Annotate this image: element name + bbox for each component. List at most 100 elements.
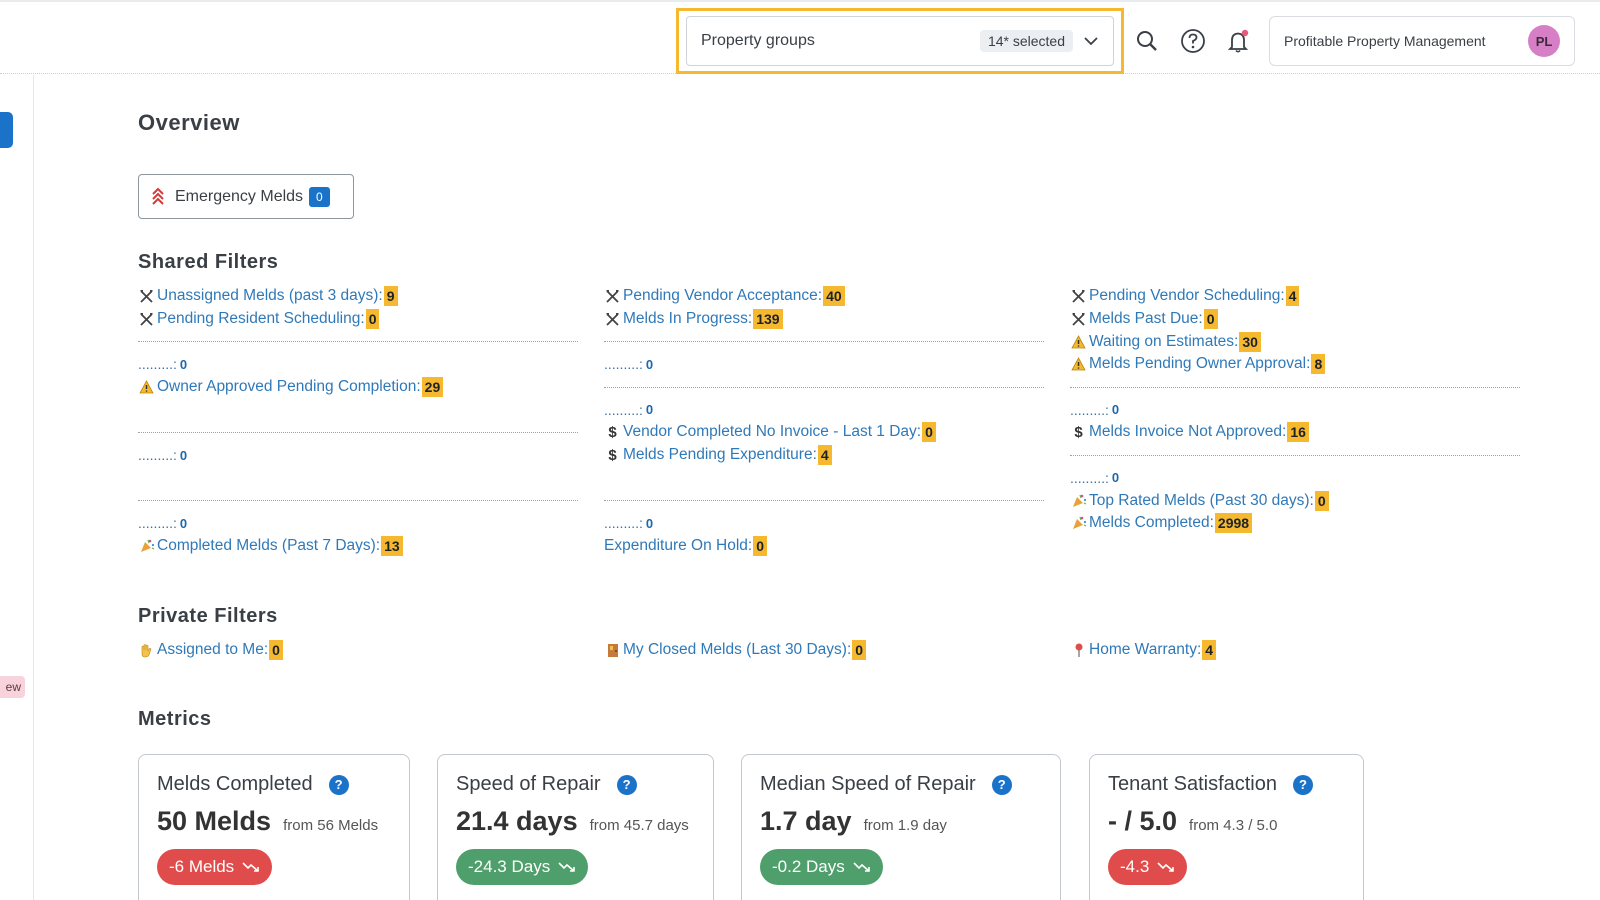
metric-delta-badge: -4.3 xyxy=(1108,849,1188,885)
metric-previous: from 4.3 / 5.0 xyxy=(1189,817,1278,834)
filter-home-warranty[interactable]: Home Warranty: 4 xyxy=(1070,639,1217,662)
page-title: Overview xyxy=(138,110,240,135)
filter-placeholder[interactable]: .........: 0 xyxy=(138,512,578,535)
shared-filters-column-3: Pending Vendor Scheduling: 4 Melds Past … xyxy=(1070,285,1520,535)
metric-card-speed-of-repair: Speed of Repair? 21.4 days from 45.7 days… xyxy=(437,754,714,900)
filter-melds-completed[interactable]: Melds Completed: 2998 xyxy=(1070,512,1510,535)
filter-pending-resident-scheduling[interactable]: Pending Resident Scheduling: 0 xyxy=(138,308,578,331)
filter-melds-pending-expenditure[interactable]: $ Melds Pending Expenditure: 4 xyxy=(604,444,1044,467)
filter-owner-approved-pending-completion[interactable]: Owner Approved Pending Completion: 29 xyxy=(138,376,578,399)
filter-count: 4 xyxy=(817,445,832,466)
filter-count: 16 xyxy=(1287,422,1309,443)
filter-placeholder[interactable]: .........: 0 xyxy=(1070,398,1510,421)
search-button[interactable] xyxy=(1132,26,1162,56)
filter-count: 40 xyxy=(823,286,845,307)
filter-vendor-completed-no-invoice[interactable]: $ Vendor Completed No Invoice - Last 1 D… xyxy=(604,421,1044,444)
shared-filters-column-1: Unassigned Melds (past 3 days): 9 Pendin… xyxy=(138,285,578,557)
metric-card-melds-completed: Melds Completed? 50 Melds from 56 Melds -… xyxy=(138,754,410,900)
metric-value: - / 5.0 xyxy=(1108,806,1178,836)
party-popper-icon xyxy=(138,537,155,554)
filter-melds-past-due[interactable]: Melds Past Due: 0 xyxy=(1070,308,1510,331)
metric-delta: -4.3 xyxy=(1120,857,1150,876)
filter-my-closed-melds[interactable]: My Closed Melds (Last 30 Days): 0 xyxy=(604,639,867,662)
filter-waiting-on-estimates[interactable]: Waiting on Estimates: 30 xyxy=(1070,330,1510,353)
tools-icon xyxy=(604,311,621,328)
filter-placeholder[interactable]: .........: 0 xyxy=(1070,467,1510,490)
divider xyxy=(604,330,1044,353)
filter-count: 8 xyxy=(1311,354,1326,375)
metric-previous: from 1.9 day xyxy=(863,817,947,834)
help-icon[interactable]: ? xyxy=(991,774,1012,795)
metric-value: 21.4 days xyxy=(456,806,578,836)
tools-icon xyxy=(1070,311,1087,328)
divider xyxy=(138,421,578,444)
metric-previous: from 56 Melds xyxy=(283,817,379,834)
notifications-button[interactable] xyxy=(1224,26,1254,56)
filter-count: 4 xyxy=(1285,286,1300,307)
filter-label: Completed Melds (Past 7 Days): xyxy=(157,536,381,554)
filter-label: .........: xyxy=(138,356,177,373)
filter-placeholder[interactable]: .........: 0 xyxy=(604,512,1044,535)
sidebar-active-tab[interactable] xyxy=(0,112,13,148)
filter-count: 9 xyxy=(383,286,398,307)
filter-count: 0 xyxy=(179,356,188,372)
help-button[interactable] xyxy=(1178,26,1208,56)
filter-label: Assigned to Me: xyxy=(157,641,269,659)
filter-assigned-to-me[interactable]: Assigned to Me: 0 xyxy=(138,639,283,662)
filter-label: Top Rated Melds (Past 30 days): xyxy=(1089,491,1314,509)
filter-expenditure-on-hold[interactable]: Expenditure On Hold: 0 xyxy=(604,535,1044,558)
metric-delta-badge: -24.3 Days xyxy=(456,849,589,885)
filter-label: Vendor Completed No Invoice - Last 1 Day… xyxy=(623,423,922,441)
filter-count: 0 xyxy=(179,447,188,463)
filter-count: 0 xyxy=(269,640,283,661)
divider xyxy=(1070,376,1520,399)
filter-label: .........: xyxy=(1070,401,1109,418)
filter-placeholder[interactable]: .........: 0 xyxy=(138,353,578,376)
filter-label: Owner Approved Pending Completion: xyxy=(157,378,421,396)
filter-label: .........: xyxy=(604,515,643,532)
metric-previous: from 45.7 days xyxy=(589,817,689,834)
filter-label: Pending Vendor Acceptance: xyxy=(623,287,823,305)
metric-delta: -6 Melds xyxy=(169,857,235,876)
filter-count: 0 xyxy=(1111,402,1120,418)
filter-pending-vendor-scheduling[interactable]: Pending Vendor Scheduling: 4 xyxy=(1070,285,1510,308)
top-bar: Property groups 14* selected Profitable … xyxy=(0,0,1600,74)
help-icon[interactable]: ? xyxy=(328,774,349,795)
avatar[interactable]: PL xyxy=(1528,25,1560,57)
filter-melds-in-progress[interactable]: Melds In Progress: 139 xyxy=(604,308,1044,331)
filter-label: Melds Past Due: xyxy=(1089,310,1203,328)
sidebar-new-badge[interactable]: ew xyxy=(0,676,25,698)
party-popper-icon xyxy=(1070,515,1087,532)
filter-top-rated-melds[interactable]: Top Rated Melds (Past 30 days): 0 xyxy=(1070,489,1510,512)
metric-delta-badge: -0.2 Days xyxy=(760,849,883,885)
shared-filters-heading: Shared Filters xyxy=(138,251,279,273)
tools-icon xyxy=(138,288,155,305)
private-filters-heading: Private Filters xyxy=(138,605,278,627)
help-icon[interactable]: ? xyxy=(1293,774,1313,795)
filter-unassigned-melds[interactable]: Unassigned Melds (past 3 days): 9 xyxy=(138,285,578,308)
tools-icon xyxy=(1070,288,1087,305)
dollar-icon: $ xyxy=(1074,423,1083,441)
property-groups-select[interactable]: Property groups 14* selected xyxy=(686,16,1114,66)
filter-label: Melds Pending Owner Approval: xyxy=(1089,355,1311,373)
filter-label: Melds Invoice Not Approved: xyxy=(1089,423,1287,441)
filter-placeholder[interactable]: .........: 0 xyxy=(138,444,578,467)
filter-placeholder[interactable]: .........: 0 xyxy=(604,398,1044,421)
filter-label: Melds Completed: xyxy=(1089,514,1214,532)
emergency-melds-button[interactable]: Emergency Melds 0 xyxy=(138,174,354,219)
filter-count: 0 xyxy=(1314,490,1329,511)
filter-placeholder[interactable]: .........: 0 xyxy=(604,353,1044,376)
filter-completed-melds-7-days[interactable]: Completed Melds (Past 7 Days): 13 xyxy=(138,535,578,558)
bell-icon xyxy=(1227,29,1249,53)
help-icon[interactable]: ? xyxy=(616,774,637,795)
filter-label: Melds In Progress: xyxy=(623,310,753,328)
warning-icon xyxy=(1070,356,1087,373)
filter-pending-vendor-acceptance[interactable]: Pending Vendor Acceptance: 40 xyxy=(604,285,1044,308)
filter-melds-pending-owner-approval[interactable]: Melds Pending Owner Approval: 8 xyxy=(1070,353,1510,376)
emergency-melds-label: Emergency Melds xyxy=(175,187,304,205)
filter-count: 0 xyxy=(1111,470,1120,486)
organization-switcher[interactable]: Profitable Property Management PL xyxy=(1269,16,1575,66)
filter-melds-invoice-not-approved[interactable]: $ Melds Invoice Not Approved: 16 xyxy=(1070,421,1510,444)
